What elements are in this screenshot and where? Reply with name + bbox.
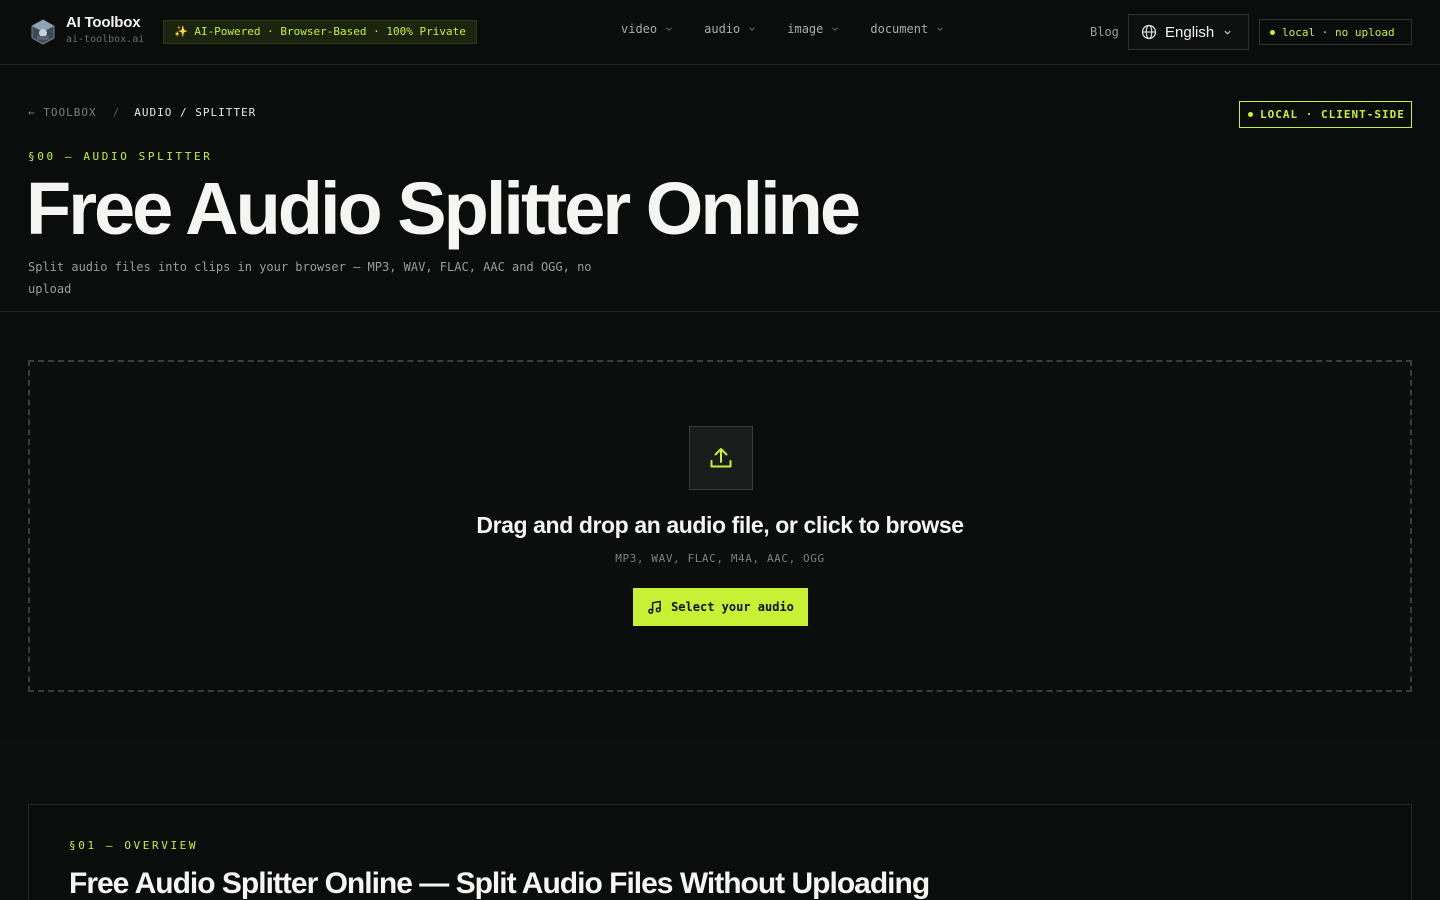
status-dot-icon bbox=[1270, 29, 1275, 35]
dropzone-heading: Drag and drop an audio file, or click to… bbox=[476, 512, 964, 538]
language-label: English bbox=[1165, 23, 1215, 41]
overview-title: Free Audio Splitter Online — Split Audio… bbox=[69, 867, 930, 900]
local-status-label: local · no upload bbox=[1282, 25, 1395, 39]
blog-link[interactable]: Blog bbox=[1090, 25, 1119, 39]
chevron-down-icon bbox=[1224, 30, 1231, 35]
globe-icon bbox=[1141, 24, 1157, 40]
nav-item-label: audio bbox=[704, 22, 741, 36]
local-status-badge: local · no upload bbox=[1259, 19, 1412, 45]
music-note-icon bbox=[648, 600, 661, 614]
breadcrumb-current: AUDIO / SPLITTER bbox=[134, 106, 257, 119]
nav-item-video[interactable]: video bbox=[621, 20, 673, 38]
page-subtitle: Split audio files into clips in your bro… bbox=[28, 260, 592, 296]
chevron-down-icon bbox=[832, 27, 839, 31]
nav-item-audio[interactable]: audio bbox=[704, 20, 756, 38]
brand-domain: ai-toolbox.ai bbox=[66, 34, 145, 45]
main-nav: video audio image document bbox=[621, 20, 944, 38]
chevron-down-icon bbox=[666, 27, 672, 31]
chevron-down-icon bbox=[749, 27, 755, 31]
top-navigation-bar: AI Toolbox ai-toolbox.ai ✨ AI-Powered · … bbox=[0, 0, 1440, 65]
brand-name[interactable]: AI Toolbox bbox=[66, 14, 141, 31]
nav-item-document[interactable]: document bbox=[870, 20, 944, 38]
breadcrumb-separator: / bbox=[112, 106, 121, 119]
supported-formats: MP3, WAV, FLAC, M4A, AAC, OGG bbox=[615, 552, 825, 565]
nav-item-label: video bbox=[621, 22, 658, 36]
nav-item-image[interactable]: image bbox=[787, 20, 839, 38]
select-audio-label: Select your audio bbox=[671, 600, 794, 614]
promo-badge: ✨ AI-Powered · Browser-Based · 100% Priv… bbox=[163, 20, 477, 44]
audio-dropzone[interactable]: Drag and drop an audio file, or click to… bbox=[28, 360, 1412, 692]
breadcrumb-back-link[interactable]: ← TOOLBOX bbox=[28, 106, 97, 119]
overview-tag: §01 — OVERVIEW bbox=[69, 839, 199, 852]
select-audio-button[interactable]: Select your audio bbox=[633, 588, 808, 626]
chevron-down-icon bbox=[937, 27, 943, 31]
overview-card: §01 — OVERVIEW Free Audio Splitter Onlin… bbox=[28, 804, 1412, 900]
client-side-label: LOCAL · CLIENT-SIDE bbox=[1260, 108, 1405, 121]
upload-icon bbox=[710, 448, 732, 468]
breadcrumb: ← TOOLBOX / AUDIO / SPLITTER bbox=[28, 106, 256, 119]
hero-divider bbox=[0, 311, 1440, 312]
nav-item-label: image bbox=[787, 22, 824, 36]
logo-icon[interactable] bbox=[30, 18, 56, 46]
page-title: Free Audio Splitter Online bbox=[26, 167, 861, 250]
client-side-badge: LOCAL · CLIENT-SIDE bbox=[1239, 101, 1412, 128]
upload-tile[interactable] bbox=[689, 426, 753, 490]
language-select[interactable]: English bbox=[1128, 14, 1249, 50]
section-tag: §00 — AUDIO SPLITTER bbox=[28, 150, 213, 163]
status-dot-icon bbox=[1248, 112, 1253, 117]
nav-item-label: document bbox=[870, 22, 929, 36]
